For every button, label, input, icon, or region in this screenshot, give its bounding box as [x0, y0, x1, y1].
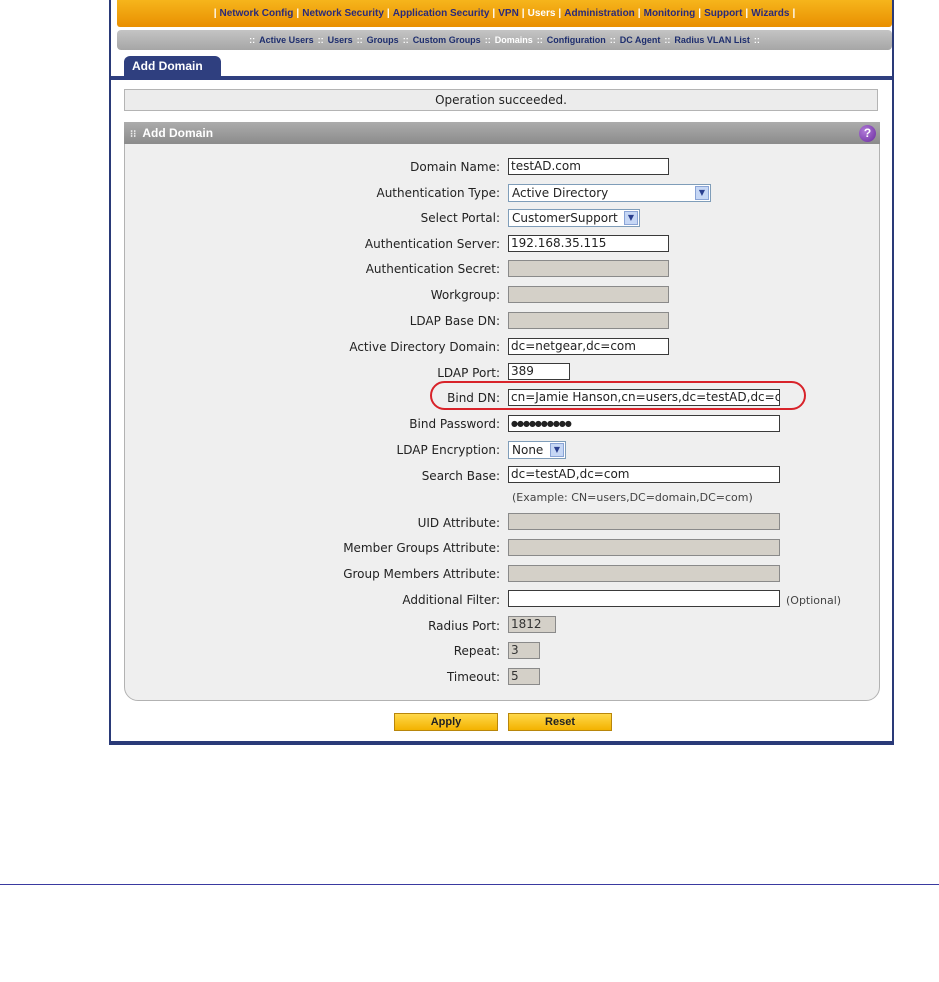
subnav-separator: :: — [484, 35, 491, 45]
auth-secret-label: Authentication Secret: — [365, 262, 500, 276]
ad-domain-input[interactable]: dc=netgear,dc=com — [508, 338, 669, 355]
subnav-separator: :: — [753, 35, 760, 45]
tab-add-domain[interactable]: Add Domain — [124, 56, 221, 77]
top-nav-bar: | Network Config | Network Security | Applica… — [117, 0, 892, 27]
top-nav-monitoring[interactable]: Monitoring — [644, 8, 696, 19]
apply-button[interactable]: Apply — [394, 713, 498, 731]
subnav-separator: :: — [536, 35, 543, 45]
sub-nav-users[interactable]: Users — [328, 35, 353, 45]
top-nav-network-config[interactable]: Network Config — [220, 8, 294, 19]
auth-server-input[interactable]: 192.168.35.115 — [508, 235, 669, 252]
uid-attr-label: UID Attribute: — [417, 516, 500, 530]
search-base-input[interactable]: dc=testAD,dc=com — [508, 466, 780, 483]
search-base-example: (Example: CN=users,DC=domain,DC=com) — [512, 491, 753, 504]
search-base-label: Search Base: — [421, 469, 500, 483]
top-nav-network-security[interactable]: Network Security — [302, 8, 384, 19]
timeout-label: Timeout: — [446, 670, 500, 684]
repeat-input: 3 — [508, 642, 540, 659]
subnav-separator: :: — [609, 35, 616, 45]
nav-separator: | — [558, 8, 562, 19]
tab-underline — [111, 76, 892, 80]
bind-password-label: Bind Password: — [409, 417, 500, 431]
portal-select[interactable]: CustomerSupport ▼ — [508, 209, 640, 227]
add-domain-panel — [124, 122, 880, 701]
chevron-down-icon[interactable]: ▼ — [550, 443, 564, 457]
nav-separator: | — [213, 8, 217, 19]
additional-filter-label: Additional Filter: — [402, 593, 500, 607]
optional-note: (Optional) — [786, 594, 842, 607]
screenshot: | Network Config | Network Security | Applica… — [0, 0, 939, 982]
radius-port-label: Radius Port: — [428, 619, 500, 633]
section-title: Add Domain — [142, 126, 214, 140]
subnav-separator: :: — [249, 35, 256, 45]
ldap-encryption-select[interactable]: None ▼ — [508, 441, 566, 459]
top-nav-support[interactable]: Support — [704, 8, 742, 19]
reset-button[interactable]: Reset — [508, 713, 612, 731]
top-nav-users[interactable]: Users — [528, 8, 556, 19]
workgroup-label: Workgroup: — [430, 288, 500, 302]
ad-domain-label: Active Directory Domain: — [349, 340, 500, 354]
top-nav-administration[interactable]: Administration — [564, 8, 635, 19]
top-nav-vpn[interactable]: VPN — [498, 8, 519, 19]
help-icon[interactable]: ? — [859, 125, 876, 142]
sub-nav-dc-agent[interactable]: DC Agent — [620, 35, 661, 45]
subnav-separator: :: — [402, 35, 409, 45]
ldap-port-input[interactable]: 389 — [508, 363, 570, 380]
ldap-base-dn-label: LDAP Base DN: — [409, 314, 500, 328]
domain-name-label: Domain Name: — [410, 160, 500, 174]
nav-separator: | — [698, 8, 702, 19]
auth-type-value: Active Directory — [512, 186, 609, 200]
member-groups-attr-label: Member Groups Attribute: — [343, 541, 500, 555]
page-divider — [0, 884, 939, 885]
subnav-separator: :: — [317, 35, 324, 45]
auth-type-select[interactable]: Active Directory ▼ — [508, 184, 711, 202]
timeout-input: 5 — [508, 668, 540, 685]
sub-nav-bar: :: Active Users:: Users:: Groups:: Custom Gr… — [117, 30, 892, 50]
group-members-attr-input — [508, 565, 780, 582]
nav-separator: | — [296, 8, 300, 19]
nav-separator: | — [492, 8, 496, 19]
subnav-separator: :: — [356, 35, 363, 45]
nav-separator: | — [521, 8, 525, 19]
auth-type-label: Authentication Type: — [376, 186, 500, 200]
member-groups-attr-input — [508, 539, 780, 556]
sub-nav-active-users[interactable]: Active Users — [259, 35, 314, 45]
ldap-encryption-label: LDAP Encryption: — [396, 443, 500, 457]
top-nav-application-security[interactable]: Application Security — [393, 8, 490, 19]
ldap-encryption-value: None — [512, 443, 544, 457]
section-header: ⁝⁝ Add Domain — [124, 122, 880, 144]
repeat-label: Repeat: — [453, 644, 500, 658]
portal-value: CustomerSupport — [512, 211, 618, 225]
sub-nav-groups[interactable]: Groups — [367, 35, 399, 45]
grip-icon: ⁝⁝ — [130, 129, 137, 140]
top-nav-wizards[interactable]: Wizards — [751, 8, 789, 19]
nav-separator: | — [386, 8, 390, 19]
nav-separator: | — [637, 8, 641, 19]
chevron-down-icon[interactable]: ▼ — [695, 186, 709, 200]
ldap-port-label: LDAP Port: — [437, 366, 500, 380]
subnav-separator: :: — [664, 35, 671, 45]
chevron-down-icon[interactable]: ▼ — [624, 211, 638, 225]
nav-separator: | — [792, 8, 796, 19]
group-members-attr-label: Group Members Attribute: — [343, 567, 500, 581]
ldap-base-dn-input — [508, 312, 669, 329]
sub-nav-custom-groups[interactable]: Custom Groups — [413, 35, 481, 45]
uid-attr-input — [508, 513, 780, 530]
status-message: Operation succeeded. — [124, 89, 878, 111]
workgroup-input — [508, 286, 669, 303]
bind-password-input[interactable]: ●●●●●●●●●● — [508, 415, 780, 432]
sub-nav-radius-vlan-list[interactable]: Radius VLAN List — [674, 35, 750, 45]
auth-server-label: Authentication Server: — [364, 237, 500, 251]
additional-filter-input[interactable] — [508, 590, 780, 607]
radius-port-input: 1812 — [508, 616, 556, 633]
auth-secret-input — [508, 260, 669, 277]
sub-nav-configuration[interactable]: Configuration — [547, 35, 606, 45]
sub-nav-domains[interactable]: Domains — [495, 35, 533, 45]
bind-dn-label: Bind DN: — [447, 391, 500, 405]
domain-name-input[interactable]: testAD.com — [508, 158, 669, 175]
bind-dn-input[interactable]: cn=Jamie Hanson,cn=users,dc=testAD,dc=co — [508, 389, 780, 406]
nav-separator: | — [745, 8, 749, 19]
portal-label: Select Portal: — [420, 211, 500, 225]
